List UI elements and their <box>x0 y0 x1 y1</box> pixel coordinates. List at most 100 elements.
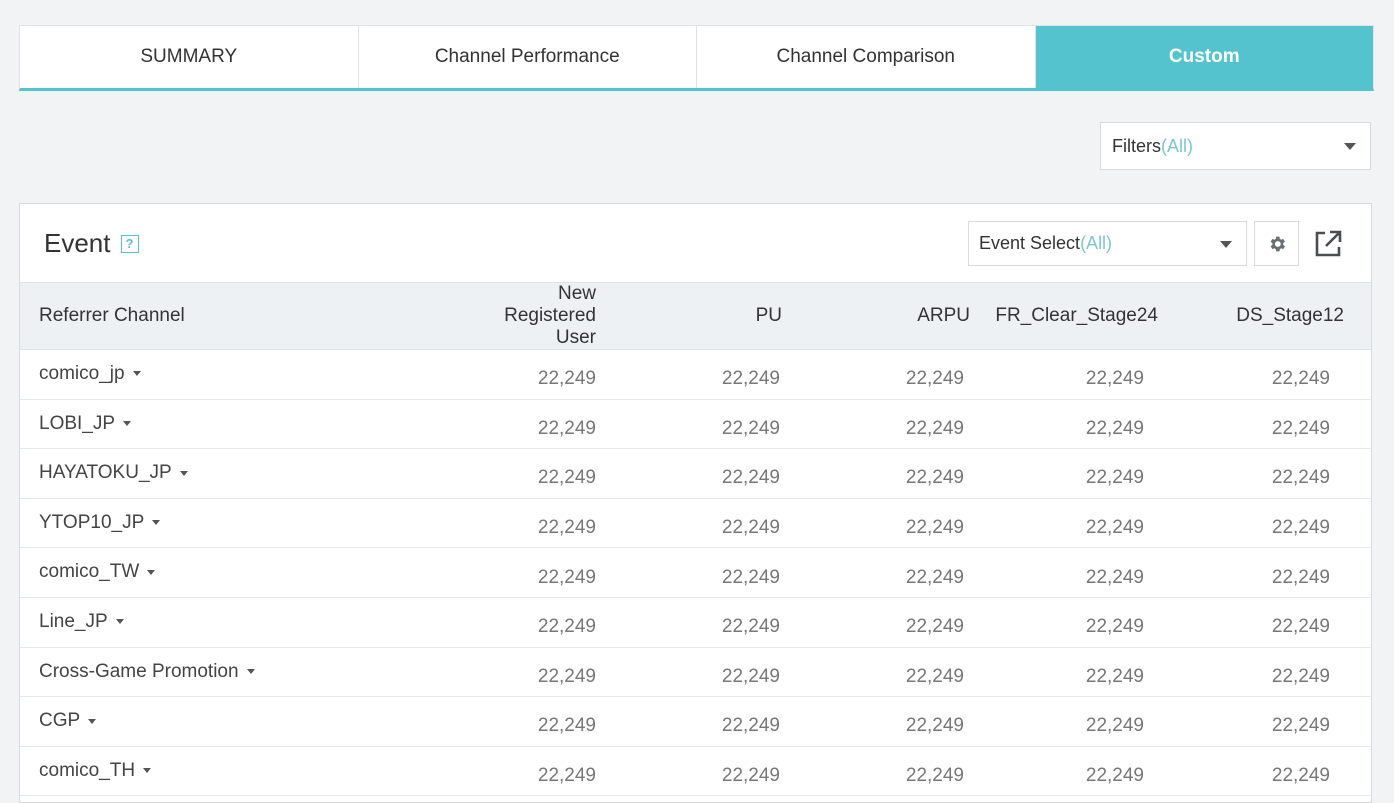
event-select-dropdown[interactable]: Event Select (All) <box>968 221 1247 266</box>
value-cell: 22,249 <box>1271 665 1330 687</box>
chevron-down-icon[interactable] <box>88 718 97 724</box>
channel-cell[interactable]: YTOP10_JP <box>20 498 360 548</box>
value-cell: 22,249 <box>1271 566 1330 588</box>
table-header-row: Referrer Channel New Registered User PU … <box>20 282 1371 350</box>
chevron-down-icon[interactable] <box>115 619 124 625</box>
chevron-down-icon[interactable] <box>246 669 255 675</box>
table-row: YTOP10_JP 22,249 22,249 22,249 22,249 22,249 <box>20 498 1371 548</box>
channel-name: comico_TH <box>39 759 136 781</box>
table-row: comico_jp 22,249 22,249 22,249 22,249 22,249 <box>20 350 1371 400</box>
channel-name: CGP <box>39 710 81 732</box>
value-cell: 22,249 <box>721 665 780 687</box>
channel-cell[interactable]: LOBI_JP <box>20 399 360 449</box>
tab-channel-comparison[interactable]: Channel Comparison <box>697 26 1036 88</box>
value-cell: 22,249 <box>1085 566 1144 588</box>
settings-button[interactable] <box>1254 221 1299 266</box>
channel-name: comico_jp <box>39 363 125 384</box>
value-cell: 22,249 <box>1085 417 1144 439</box>
channel-name: YTOP10_JP <box>39 511 145 533</box>
value-cell: 22,249 <box>1085 616 1144 638</box>
value-cell: 22,249 <box>1085 467 1144 489</box>
value-cell: 22,249 <box>905 566 964 588</box>
panel-title: Event ? <box>44 228 139 259</box>
value-cell: 22,249 <box>1271 765 1330 787</box>
row-spacer <box>1344 697 1371 747</box>
event-select-value: (All) <box>1080 233 1113 253</box>
panel-title-text: Event <box>44 228 111 258</box>
value-cell: 22,249 <box>1271 417 1330 439</box>
column-spacer <box>1344 283 1371 350</box>
channel-name: HAYATOKU_JP <box>39 462 172 484</box>
channel-cell[interactable]: comico_jp <box>20 350 360 400</box>
value-cell: 22,249 <box>721 368 780 390</box>
column-header[interactable]: FR_Clear_Stage24 <box>970 283 1158 350</box>
value-cell: 22,249 <box>905 368 964 390</box>
row-spacer <box>1344 647 1371 697</box>
value-cell: 22,249 <box>1271 715 1330 737</box>
table-row: comico_TH 22,249 22,249 22,249 22,249 22,249 <box>20 746 1371 796</box>
table-row: Line_JP 22,249 22,249 22,249 22,249 22,249 <box>20 597 1371 648</box>
event-panel: Event ? Event Select (All) Referrer Chann… <box>19 203 1372 803</box>
table-row: Cross-Game Promotion 22,249 22,249 22,249 22… <box>20 647 1371 697</box>
channel-cell[interactable]: Cross-Game Promotion <box>20 647 360 697</box>
channel-cell[interactable]: comico_TW <box>20 548 360 598</box>
value-cell: 22,249 <box>721 715 780 737</box>
export-button[interactable] <box>1312 228 1344 260</box>
tab-summary[interactable]: SUMMARY <box>20 26 359 88</box>
row-spacer <box>1344 597 1371 647</box>
column-header[interactable]: Referrer Channel <box>20 283 360 350</box>
filters-value: (All) <box>1161 135 1193 156</box>
channel-cell[interactable]: HAYATOKU_JP <box>20 449 360 499</box>
event-select-label: Event Select <box>979 233 1081 253</box>
filters-label: Filters <box>1112 135 1161 156</box>
chevron-down-icon[interactable] <box>152 520 161 526</box>
channel-name: Line_JP <box>39 610 108 632</box>
value-cell: 22,249 <box>905 765 964 787</box>
value-cell: 22,249 <box>1085 665 1144 687</box>
value-cell: 22,249 <box>1271 517 1330 539</box>
value-cell: 22,249 <box>905 665 964 687</box>
channel-cell[interactable]: Line_JP <box>20 597 360 647</box>
column-header[interactable]: DS_Stage12 <box>1158 283 1344 350</box>
value-cell: 22,249 <box>905 417 964 439</box>
channel-name: comico_TW <box>39 561 140 583</box>
value-cell: 22,249 <box>1085 715 1144 737</box>
column-header[interactable]: New Registered User <box>360 283 596 350</box>
table-row: comico_TW 22,249 22,249 22,249 22,249 22,249 <box>20 548 1371 598</box>
value-cell: 22,249 <box>905 715 964 737</box>
value-cell: 22,249 <box>1271 616 1330 638</box>
channel-cell[interactable]: comico_TH <box>20 746 360 796</box>
value-cell: 22,249 <box>721 616 780 638</box>
help-icon[interactable]: ? <box>120 234 139 253</box>
chevron-down-icon[interactable] <box>143 768 152 774</box>
row-spacer <box>1344 548 1371 598</box>
chevron-down-icon[interactable] <box>123 421 132 427</box>
value-cell: 22,249 <box>905 517 964 539</box>
value-cell: 22,249 <box>1085 517 1144 539</box>
value-cell: 22,249 <box>1271 467 1330 489</box>
chevron-down-icon <box>1344 143 1356 150</box>
value-cell: 22,249 <box>721 517 780 539</box>
value-cell: 22,249 <box>537 417 596 439</box>
table-row: LOBI_JP 22,249 22,249 22,249 22,249 22,249 <box>20 399 1371 449</box>
chevron-down-icon <box>1220 240 1232 248</box>
tab-bar: SUMMARY Channel Performance Channel Comp… <box>19 25 1374 91</box>
gear-icon <box>1270 236 1285 251</box>
event-table: Referrer Channel New Registered User PU … <box>20 282 1371 796</box>
filters-dropdown[interactable]: Filters (All) <box>1100 122 1371 170</box>
chevron-down-icon[interactable] <box>179 470 188 476</box>
value-cell: 22,249 <box>1085 765 1144 787</box>
channel-name: Cross-Game Promotion <box>39 660 239 682</box>
channel-cell[interactable]: CGP <box>20 697 360 747</box>
row-spacer <box>1344 746 1371 796</box>
column-header[interactable]: PU <box>596 283 782 350</box>
external-link-icon <box>1315 230 1342 257</box>
channel-name: LOBI_JP <box>39 412 116 434</box>
chevron-down-icon[interactable] <box>132 371 141 377</box>
column-header[interactable]: ARPU <box>782 283 970 350</box>
row-spacer <box>1344 399 1371 449</box>
value-cell: 22,249 <box>1085 368 1144 390</box>
tab-custom[interactable]: Custom <box>1035 26 1373 88</box>
chevron-down-icon[interactable] <box>147 569 156 575</box>
tab-channel-performance[interactable]: Channel Performance <box>359 26 697 88</box>
